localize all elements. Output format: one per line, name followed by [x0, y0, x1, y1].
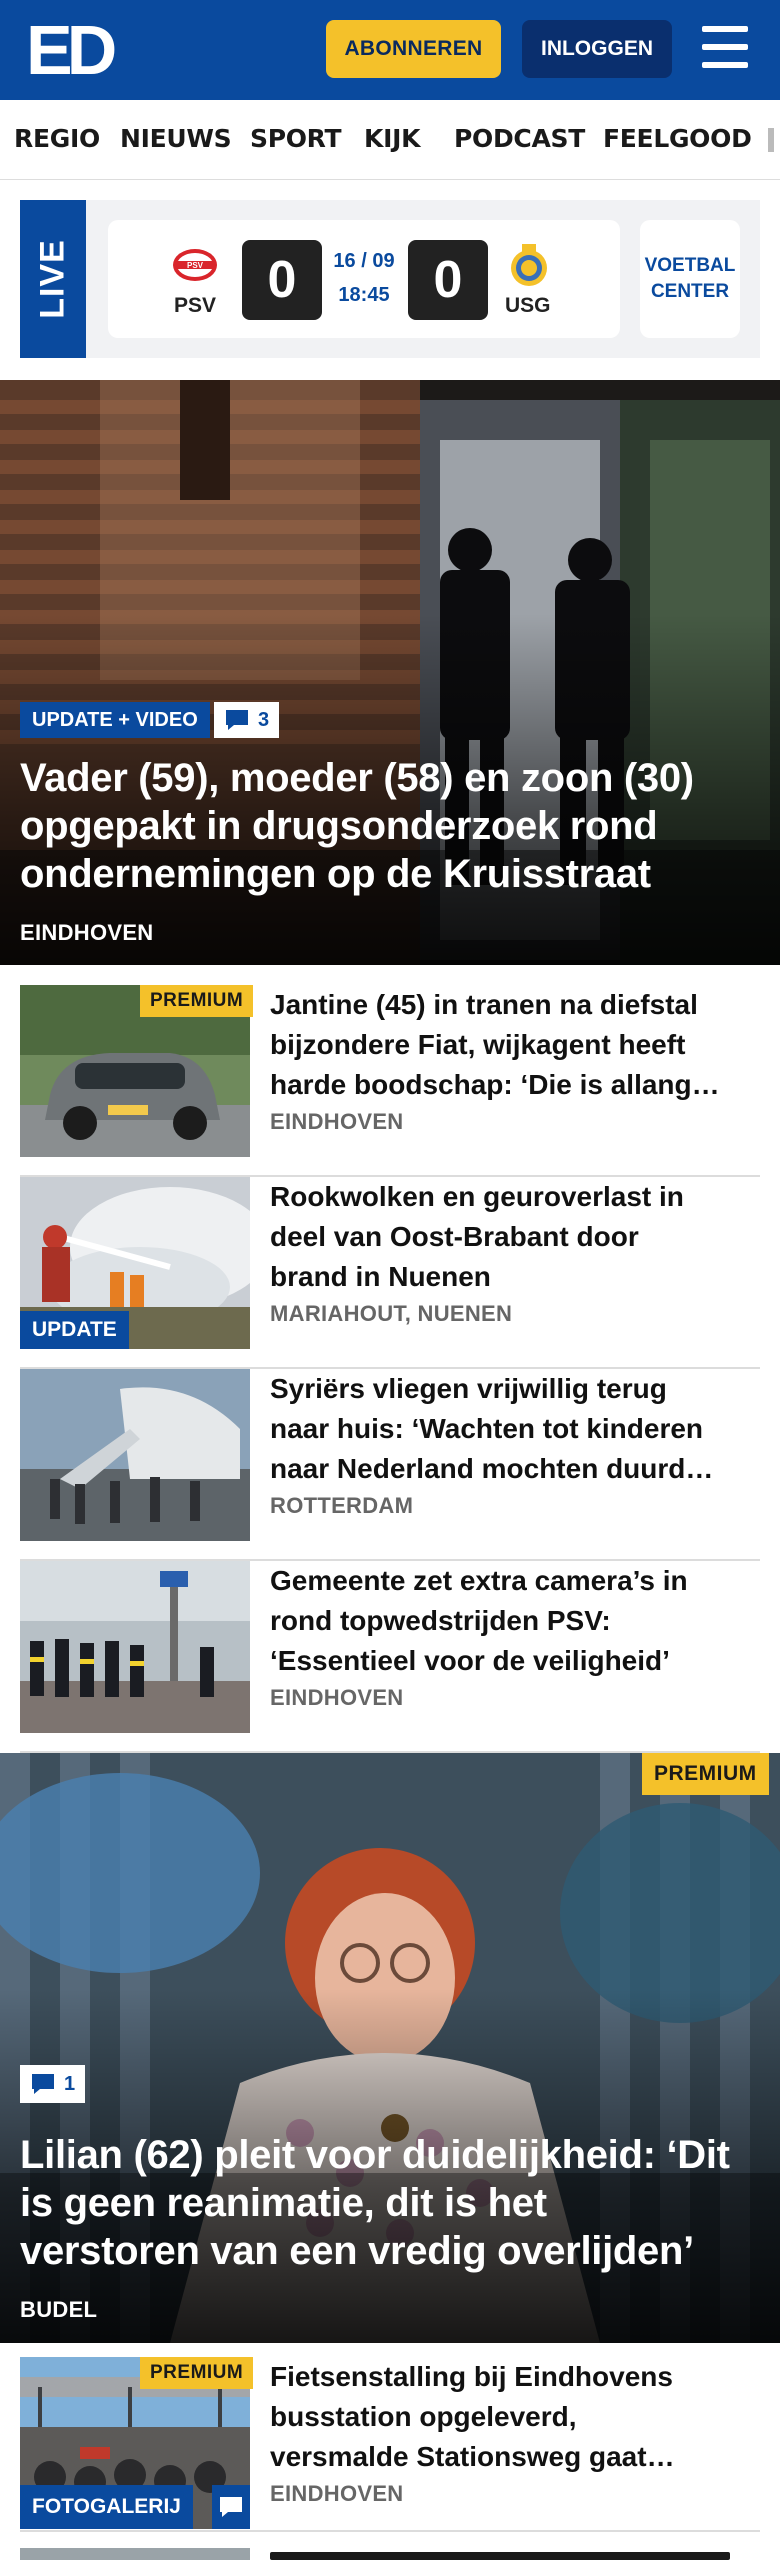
- nav-item-nieuws[interactable]: NIEUWS: [120, 124, 232, 153]
- article-title-line: bijzondere Fiat, wijkagent heeft: [270, 1029, 686, 1060]
- away-team-name: USG: [505, 294, 551, 317]
- home-team-name: PSV: [174, 294, 217, 317]
- list-item[interactable]: Gemeente zet extra camera’s in rond topw…: [20, 1561, 760, 1753]
- hero-title-line-2: opgepakt in drugsonderzoek rond: [20, 804, 658, 848]
- hero-article[interactable]: UPDATE + VIDEO 3 Vader (59), moeder (58)…: [0, 380, 780, 965]
- live-score-widget: LIVE PSV PSV 0 16 / 09 18:45 0 USG VOETB…: [20, 200, 760, 358]
- premium-badge: PREMIUM: [642, 1753, 769, 1795]
- nav-overflow-indicator: [768, 128, 774, 152]
- live-label: LIVE: [20, 200, 86, 358]
- article-title-line: rond topwedstrijden PSV:: [270, 1605, 611, 1636]
- list-item[interactable]: UPDATE Rookwolken en geuroverlast in dee…: [20, 1177, 760, 1369]
- login-button[interactable]: INLOGGEN: [522, 20, 672, 78]
- live-label-text: LIVE: [33, 239, 72, 319]
- article-title: Rookwolken en geuroverlast in deel van O…: [270, 1177, 760, 1297]
- nav-item-kijk[interactable]: KIJK: [364, 124, 420, 153]
- match-date: 16 / 09: [333, 250, 395, 272]
- article-title-line: busstation opgeleverd,: [270, 2401, 577, 2432]
- list-item[interactable]: Syriërs vliegen vrijwillig terug naar hu…: [20, 1369, 760, 1561]
- next-article-title-fragment: [270, 2552, 730, 2560]
- hero2-comments-badge[interactable]: 1: [20, 2065, 86, 2103]
- article-title-line: versmalde Stationsweg gaat…: [270, 2441, 675, 2472]
- logo-text: ED: [26, 18, 115, 80]
- article-location: MARIAHOUT, NUENEN: [270, 1301, 513, 1326]
- nav-item-podcast[interactable]: PODCAST: [454, 124, 585, 153]
- gallery-label: FOTOGALERIJ: [32, 2495, 181, 2518]
- article-location: EINDHOVEN: [270, 1109, 404, 1134]
- article-title-line: Syriërs vliegen vrijwillig terug: [270, 1373, 667, 1404]
- article-thumbnail: [20, 1369, 250, 1541]
- comment-icon: [32, 2074, 54, 2094]
- hero-update-video-tag: UPDATE + VIDEO: [20, 702, 210, 738]
- article-title-line: naar huis: ‘Wachten tot kinderen: [270, 1413, 704, 1444]
- article-title: Fietsenstalling bij Eindhovens busstatio…: [270, 2357, 760, 2477]
- section-nav: REGIO NIEUWS SPORT KIJK PODCAST FEELGOOD: [0, 100, 780, 180]
- psv-crest-icon: PSV: [173, 249, 217, 281]
- hero-location: EINDHOVEN: [20, 920, 154, 945]
- usg-crest-icon: [511, 244, 547, 286]
- hero2-title-line-1: Lilian (62) pleit voor duidelijkheid: ‘D…: [20, 2133, 730, 2177]
- update-badge: UPDATE: [20, 1311, 129, 1349]
- hero-comments-count: 3: [258, 708, 270, 731]
- premium-badge: PREMIUM: [140, 2357, 254, 2389]
- article-title-line: Fietsenstalling bij Eindhovens: [270, 2361, 673, 2392]
- subscribe-button[interactable]: ABONNEREN: [326, 20, 501, 78]
- site-header: ED ABONNEREN INLOGGEN: [0, 0, 780, 100]
- svg-text:PSV: PSV: [187, 261, 204, 270]
- hero-article-2[interactable]: PREMIUM 1 Lilian (62) pleit voor duideli…: [0, 1753, 780, 2343]
- nav-item-feelgood[interactable]: FEELGOOD: [603, 124, 752, 153]
- list-item[interactable]: PREMIUM FOTOGALERIJ Fietsenstalling bij …: [20, 2357, 760, 2532]
- article-title-line: naar Nederland mochten duurd…: [270, 1453, 714, 1484]
- premium-badge: PREMIUM: [140, 985, 254, 1017]
- next-article-thumbnail: [20, 2548, 250, 2560]
- article-thumbnail: [20, 1561, 250, 1733]
- article-title-line: deel van Oost-Brabant door: [270, 1221, 639, 1252]
- voetbalcenter-label-1: VOETBAL: [644, 255, 736, 277]
- hero2-title-line-3: verstoren van een vredig overlijden’: [20, 2229, 694, 2273]
- ed-logo[interactable]: ED: [26, 18, 116, 80]
- article-title-line: Jantine (45) in tranen na diefstal: [270, 989, 698, 1020]
- hero-title-line-3: ondernemingen op de Kruisstraat: [20, 852, 651, 896]
- article-location: EINDHOVEN: [270, 2481, 404, 2506]
- nav-item-regio[interactable]: REGIO: [14, 124, 100, 153]
- article-title-line: brand in Nuenen: [270, 1261, 491, 1292]
- away-score: 0: [408, 240, 488, 320]
- article-title-line: Gemeente zet extra camera’s in: [270, 1565, 688, 1596]
- nav-item-sport[interactable]: SPORT: [250, 124, 342, 153]
- hero-comments-badge[interactable]: 3: [214, 702, 280, 738]
- list-item[interactable]: PREMIUM Jantine (45) in tranen na diefst…: [20, 985, 760, 1177]
- article-title-line: ‘Essentieel voor de veiligheid’: [270, 1645, 670, 1676]
- gallery-badge: FOTOGALERIJ: [20, 2485, 193, 2529]
- hero2-location: BUDEL: [20, 2297, 98, 2322]
- article-title: Syriërs vliegen vrijwillig terug naar hu…: [270, 1369, 760, 1489]
- hero-title-line-1: Vader (59), moeder (58) en zoon (30): [20, 756, 694, 800]
- comments-badge[interactable]: [212, 2485, 250, 2529]
- article-location: ROTTERDAM: [270, 1493, 414, 1518]
- match-card[interactable]: PSV PSV 0 16 / 09 18:45 0 USG: [108, 220, 620, 338]
- hero2-comments-count: 1: [64, 2072, 76, 2095]
- article-location: EINDHOVEN: [270, 1685, 404, 1710]
- voetbalcenter-label-2: CENTER: [650, 281, 730, 302]
- article-title: Gemeente zet extra camera’s in rond topw…: [270, 1561, 760, 1681]
- article-title-line: harde boodschap: ‘Die is allang…: [270, 1069, 720, 1100]
- comment-icon: [226, 710, 248, 730]
- article-title-line: Rookwolken en geuroverlast in: [270, 1181, 684, 1212]
- comment-icon: [220, 2497, 242, 2517]
- article-title: Jantine (45) in tranen na diefstal bijzo…: [270, 985, 760, 1105]
- hamburger-menu-icon[interactable]: [698, 24, 752, 72]
- hero2-title-line-2: is geen reanimatie, dit is het: [20, 2181, 547, 2225]
- match-time: 18:45: [338, 284, 390, 306]
- home-score: 0: [242, 240, 322, 320]
- voetbalcenter-button[interactable]: VOETBAL CENTER: [640, 220, 740, 338]
